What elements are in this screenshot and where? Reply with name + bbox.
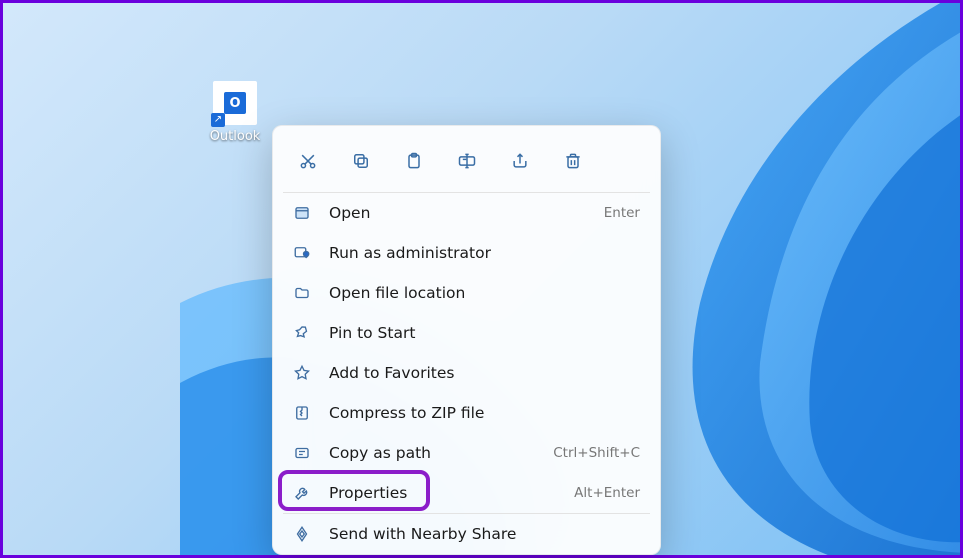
menu-item-label: Send with Nearby Share: [329, 525, 640, 543]
menu-item-compress-zip[interactable]: Compress to ZIP file: [279, 393, 654, 433]
copypath-icon: [291, 442, 313, 464]
rename-button[interactable]: [450, 146, 484, 180]
copy-button[interactable]: [344, 146, 378, 180]
cut-icon: [298, 151, 318, 175]
delete-button[interactable]: [556, 146, 590, 180]
menu-item-shortcut: Enter: [604, 205, 640, 221]
desktop-shortcut-outlook[interactable]: O ↗ Outlook: [203, 81, 267, 144]
menu-item-run-administrator[interactable]: Run as administrator: [279, 233, 654, 273]
rename-icon: [457, 151, 477, 175]
menu-item-label: Add to Favorites: [329, 364, 640, 382]
menu-item-add-favorites[interactable]: Add to Favorites: [279, 353, 654, 393]
menu-item-copy-as-path[interactable]: Copy as path Ctrl+Shift+C: [279, 433, 654, 473]
nearby-icon: [291, 523, 313, 545]
share-button[interactable]: [503, 146, 537, 180]
menu-item-open-file-location[interactable]: Open file location: [279, 273, 654, 313]
menu-item-shortcut: Ctrl+Shift+C: [553, 445, 640, 461]
menu-item-label: Copy as path: [329, 444, 553, 462]
menu-item-label: Compress to ZIP file: [329, 404, 640, 422]
copy-icon: [351, 151, 371, 175]
menu-item-open[interactable]: Open Enter: [279, 193, 654, 233]
wrench-icon: [291, 482, 313, 504]
context-menu-action-row: [279, 134, 654, 192]
menu-item-properties[interactable]: Properties Alt+Enter: [279, 473, 654, 513]
shortcut-arrow-icon: ↗: [211, 113, 225, 127]
folder-icon: [291, 282, 313, 304]
outlook-icon: O ↗: [213, 81, 257, 125]
paste-button[interactable]: [397, 146, 431, 180]
admin-icon: [291, 242, 313, 264]
menu-item-label: Open: [329, 204, 604, 222]
menu-item-label: Run as administrator: [329, 244, 640, 262]
desktop-shortcut-label: Outlook: [210, 129, 261, 144]
share-icon: [510, 151, 530, 175]
menu-item-label: Pin to Start: [329, 324, 640, 342]
menu-item-nearby-share[interactable]: Send with Nearby Share: [279, 514, 654, 554]
menu-item-shortcut: Alt+Enter: [574, 485, 640, 501]
menu-item-label: Open file location: [329, 284, 640, 302]
context-menu: Open Enter Run as administrator Open fil…: [272, 125, 661, 555]
star-icon: [291, 362, 313, 384]
menu-item-label: Properties: [329, 484, 574, 502]
cut-button[interactable]: [291, 146, 325, 180]
pin-icon: [291, 322, 313, 344]
zip-icon: [291, 402, 313, 424]
paste-icon: [404, 151, 424, 175]
menu-item-pin-start[interactable]: Pin to Start: [279, 313, 654, 353]
open-icon: [291, 202, 313, 224]
delete-icon: [563, 151, 583, 175]
